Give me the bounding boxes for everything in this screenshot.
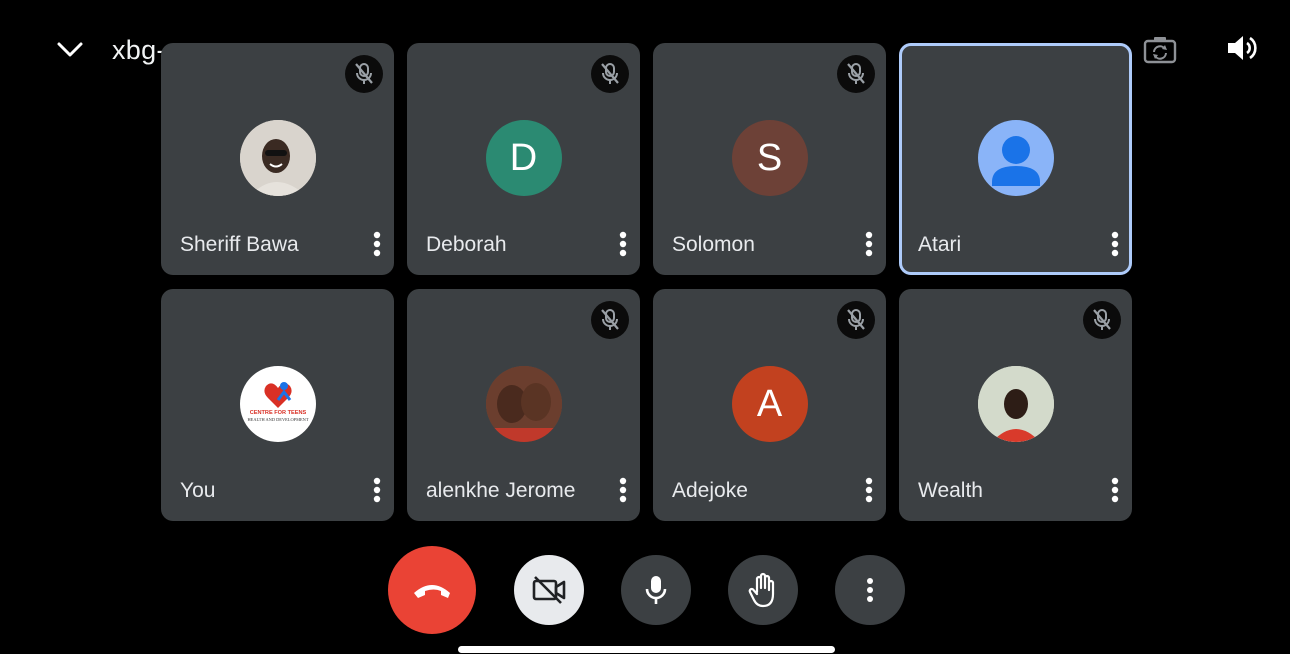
participant-grid: Sheriff Bawa D Deborah S Solomon Atari C… (161, 43, 1132, 521)
end-call-button[interactable] (388, 546, 476, 634)
raise-hand-button[interactable] (728, 555, 798, 625)
muted-indicator (345, 55, 383, 93)
more-vert-icon (373, 231, 381, 257)
participant-name: Wealth (918, 479, 983, 502)
participant-tile[interactable]: Atari (899, 43, 1132, 275)
participant-name: Deborah (426, 233, 507, 256)
mic-off-icon (847, 63, 865, 84)
participant-tile[interactable]: alenkhe Jerome (407, 289, 640, 521)
mic-off-icon (847, 309, 865, 330)
participant-menu-button[interactable] (368, 229, 386, 259)
camera-toggle-button[interactable] (514, 555, 584, 625)
avatar (485, 366, 562, 442)
svg-text:CENTRE FOR TEENS: CENTRE FOR TEENS (249, 410, 306, 416)
avatar-initial: A (756, 382, 783, 425)
participant-name: Solomon (672, 233, 755, 256)
muted-indicator (837, 301, 875, 339)
avatar: CENTRE FOR TEENS HEALTH AND DEVELOPMENT (239, 366, 316, 442)
home-indicator[interactable] (458, 646, 835, 653)
participant-menu-button[interactable] (860, 475, 878, 505)
more-vert-icon (865, 231, 873, 257)
avatar (977, 120, 1054, 196)
muted-indicator (591, 55, 629, 93)
more-vert-icon (1111, 477, 1119, 503)
avatar: A (731, 366, 808, 442)
participant-tile[interactable]: S Solomon (653, 43, 886, 275)
avatar-initial: D (509, 136, 538, 179)
person-icon (991, 136, 1040, 186)
end-call-icon (414, 585, 450, 598)
more-vert-icon (865, 477, 873, 503)
mic-off-icon (1093, 309, 1111, 330)
mic-off-icon (601, 63, 619, 84)
muted-indicator (1083, 301, 1121, 339)
muted-indicator (837, 55, 875, 93)
participant-tile[interactable]: Wealth (899, 289, 1132, 521)
participant-tile[interactable]: A Adejoke (653, 289, 886, 521)
camera-off-icon (532, 576, 566, 604)
more-vert-icon (1111, 231, 1119, 257)
participant-menu-button[interactable] (1106, 475, 1124, 505)
profile-photo (239, 120, 316, 196)
mic-icon (645, 576, 667, 604)
participant-tile[interactable]: Sheriff Bawa (161, 43, 394, 275)
more-vert-icon (619, 477, 627, 503)
participant-menu-button[interactable] (368, 475, 386, 505)
participant-menu-button[interactable] (1106, 229, 1124, 259)
participant-name: Adejoke (672, 479, 748, 502)
camera-flip-icon (1143, 37, 1177, 64)
participant-name: alenkhe Jerome (426, 479, 576, 502)
participant-menu-button[interactable] (860, 229, 878, 259)
mic-off-icon (355, 63, 373, 84)
more-vert-icon (373, 477, 381, 503)
organization-logo: CENTRE FOR TEENS HEALTH AND DEVELOPMENT (247, 382, 308, 422)
more-vert-icon (867, 578, 873, 602)
participant-tile-self[interactable]: CENTRE FOR TEENS HEALTH AND DEVELOPMENT … (161, 289, 394, 521)
more-vert-icon (619, 231, 627, 257)
raise-hand-icon (748, 572, 775, 608)
avatar: D (485, 120, 562, 196)
participant-tile[interactable]: D Deborah (407, 43, 640, 275)
microphone-button[interactable] (621, 555, 691, 625)
participant-name: You (180, 479, 216, 502)
chevron-down-icon (57, 42, 83, 57)
profile-photo (977, 366, 1054, 442)
avatar-initial: S (756, 136, 783, 179)
avatar: S (731, 120, 808, 196)
meet-call-screen: xbg-napv-nog (0, 0, 1290, 654)
svg-text:HEALTH AND DEVELOPMENT: HEALTH AND DEVELOPMENT (247, 417, 308, 422)
speaker-icon (1228, 36, 1257, 60)
call-controls (388, 546, 905, 634)
avatar (977, 366, 1054, 442)
muted-indicator (591, 301, 629, 339)
participant-name: Sheriff Bawa (180, 233, 299, 256)
speaker-button[interactable] (1222, 28, 1262, 68)
participant-name: Atari (918, 233, 962, 256)
switch-camera-button[interactable] (1140, 30, 1180, 70)
participant-menu-button[interactable] (614, 475, 632, 505)
avatar (239, 120, 316, 196)
profile-photo (485, 366, 562, 442)
collapse-button[interactable] (50, 30, 90, 70)
participant-menu-button[interactable] (614, 229, 632, 259)
more-options-button[interactable] (835, 555, 905, 625)
mic-off-icon (601, 309, 619, 330)
